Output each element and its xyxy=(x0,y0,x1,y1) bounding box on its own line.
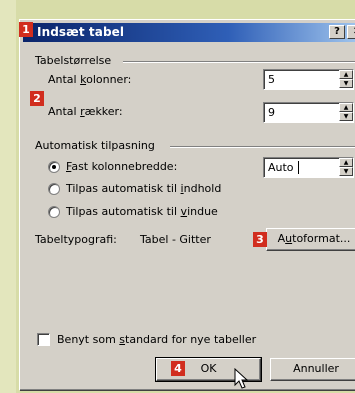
columns-down-arrow-icon[interactable]: ▼ xyxy=(339,79,353,88)
table-size-group-divider xyxy=(123,61,355,63)
radio-selected-dot xyxy=(52,165,56,169)
autofit-group-divider xyxy=(170,146,355,148)
fixed-width-radio[interactable] xyxy=(48,161,60,173)
autofit-content-radio[interactable] xyxy=(48,183,60,195)
title-bar[interactable]: Indsæt tabel ? ✕ xyxy=(23,23,355,42)
autofit-window-label: Tilpas automatisk til vindue xyxy=(66,205,218,218)
columns-spinner[interactable]: 5 ▲ ▼ xyxy=(263,69,354,90)
text-caret xyxy=(298,161,299,174)
columns-up-arrow-icon[interactable]: ▲ xyxy=(339,70,353,79)
background-panel xyxy=(0,0,16,393)
rows-spinner[interactable]: 9 ▲ ▼ xyxy=(263,102,354,123)
fixed-width-spinner[interactable]: Auto ▲ ▼ xyxy=(263,157,354,178)
autofit-window-radio[interactable] xyxy=(48,206,60,218)
fixed-width-label: Fast kolonnebredde: xyxy=(66,160,178,173)
rows-down-arrow-icon[interactable]: ▼ xyxy=(339,112,353,121)
rows-up-arrow-icon[interactable]: ▲ xyxy=(339,103,353,112)
columns-value: 5 xyxy=(268,73,275,86)
table-style-label: Tabeltypografi: xyxy=(35,233,117,246)
rows-label: Antal rækker: xyxy=(48,105,123,118)
width-down-arrow-icon[interactable]: ▼ xyxy=(339,167,353,176)
rows-value: 9 xyxy=(268,106,275,119)
insert-table-dialog: Indsæt tabel ? ✕ Tabelstørrelse Antal ko… xyxy=(19,19,355,390)
set-default-checkbox[interactable] xyxy=(37,333,50,346)
callout-badge-4: 4 xyxy=(171,361,185,376)
mouse-pointer-icon xyxy=(234,368,249,389)
table-style-value: Tabel - Gitter xyxy=(140,233,211,246)
autoformat-button[interactable]: Autoformat... xyxy=(266,228,355,251)
fixed-width-value: Auto xyxy=(268,161,294,174)
autofit-content-label: Tilpas automatisk til indhold xyxy=(66,182,222,195)
width-up-arrow-icon[interactable]: ▲ xyxy=(339,158,353,167)
close-button[interactable]: ✕ xyxy=(347,25,355,39)
cancel-button[interactable]: Annuller xyxy=(270,358,355,381)
callout-badge-3: 3 xyxy=(253,232,267,247)
callout-badge-1: 1 xyxy=(19,22,33,37)
dialog-title: Indsæt tabel xyxy=(37,25,125,39)
autofit-group-label: Automatisk tilpasning xyxy=(35,139,155,152)
callout-badge-2: 2 xyxy=(30,91,44,106)
set-default-label: Benyt som standard for nye tabeller xyxy=(57,333,257,346)
help-button[interactable]: ? xyxy=(329,25,345,39)
table-size-group-label: Tabelstørrelse xyxy=(35,54,112,67)
columns-label: Antal kolonner: xyxy=(48,73,132,86)
